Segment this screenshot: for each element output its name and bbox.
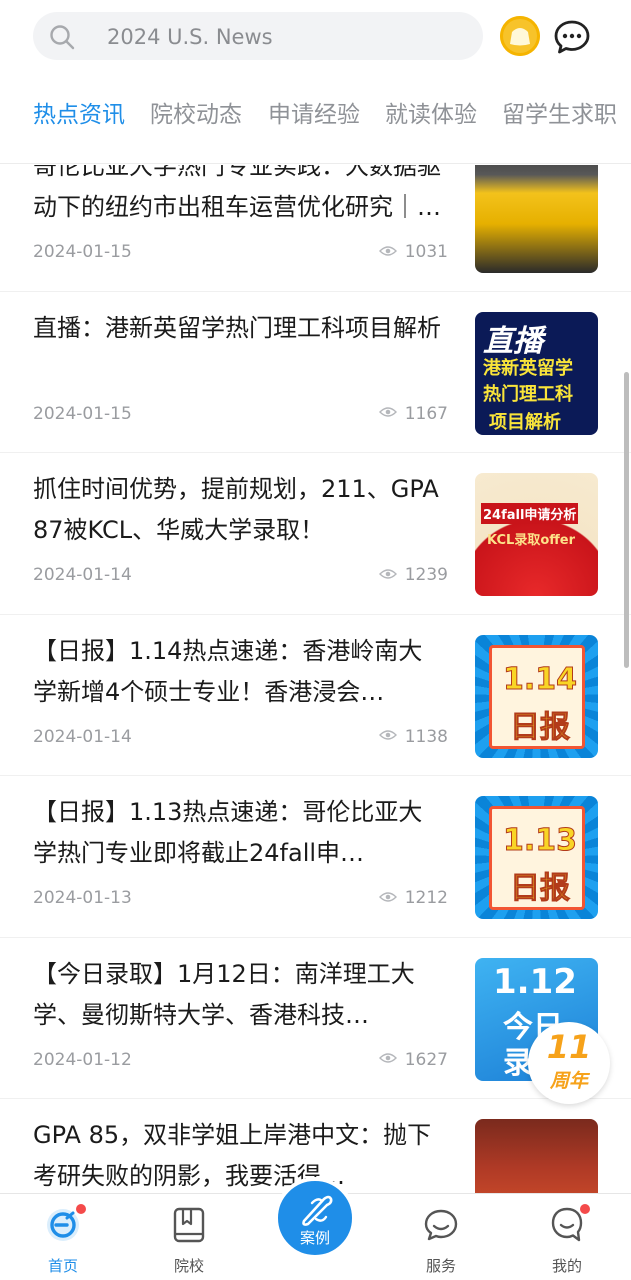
article-thumbnail bbox=[475, 1119, 598, 1193]
list-item[interactable]: 抓住时间优势，提前规划，211、GPA 87被KCL、华威大学录取！ 2024-… bbox=[0, 453, 631, 615]
view-count: 1031 bbox=[378, 242, 448, 262]
article-title: GPA 85，双非学姐上岸港中文：抛下考研失败的阴影，我要活得… bbox=[33, 1121, 432, 1190]
view-count: 1167 bbox=[378, 403, 448, 424]
thumbnail-text: KCL录取offer bbox=[487, 533, 576, 548]
nav-label: 首页 bbox=[47, 1257, 78, 1275]
view-count: 1138 bbox=[378, 726, 448, 747]
eye-icon bbox=[378, 891, 397, 902]
nav-label: 案例 bbox=[299, 1229, 330, 1247]
search-icon bbox=[50, 25, 75, 50]
view-count-value: 1627 bbox=[404, 1049, 448, 1070]
thumbnail-text: 1.13 bbox=[502, 823, 578, 859]
thumbnail-text: 1.12 bbox=[493, 961, 577, 1002]
category-tabs: 热点资讯 院校动态 申请经验 就读体验 留学生求职 bbox=[0, 80, 631, 164]
article-date: 2024-01-14 bbox=[33, 726, 132, 747]
anniversary-number: 11 bbox=[546, 1028, 592, 1066]
thumbnail-text: 热门理工科 bbox=[483, 383, 573, 405]
notification-dot bbox=[580, 1204, 590, 1214]
nav-home[interactable]: 首页 bbox=[18, 1194, 108, 1280]
thumbnail-text: 日报 bbox=[510, 871, 571, 907]
article-title: 哥伦比亚大学热门专业实践：大数据驱动下的纽约市出租车运营优化研究｜收获… bbox=[33, 165, 441, 221]
view-count: 1239 bbox=[378, 565, 448, 585]
bottom-navigation: 首页 院校 案例 服务 我的 bbox=[0, 1177, 631, 1280]
tab-application-experience[interactable]: 申请经验 bbox=[268, 100, 360, 130]
nav-cases[interactable]: 案例 bbox=[274, 1177, 356, 1259]
calendar-card: 1.13 日报 bbox=[489, 806, 585, 910]
thumbnail-text: 项目解析 bbox=[489, 411, 561, 433]
article-thumbnail: 1.13 日报 bbox=[475, 796, 598, 919]
eye-icon bbox=[378, 245, 397, 256]
eye-icon bbox=[378, 730, 397, 740]
anniversary-text: 周年 bbox=[549, 1070, 588, 1092]
article-date: 2024-01-14 bbox=[33, 565, 132, 585]
calendar-card: 1.14 日报 bbox=[489, 644, 585, 749]
view-count-value: 1239 bbox=[404, 565, 448, 585]
anniversary-badge[interactable]: 11 周年 bbox=[528, 1022, 610, 1104]
profile-icon bbox=[551, 1207, 583, 1242]
list-item[interactable]: 哥伦比亚大学热门专业实践：大数据驱动下的纽约市出租车运营优化研究｜收获… 202… bbox=[0, 165, 631, 292]
search-placeholder: 2024 U.S. News bbox=[107, 25, 273, 49]
top-bar: 2024 U.S. News bbox=[0, 0, 631, 80]
eye-icon bbox=[378, 407, 397, 417]
tab-job-hunting[interactable]: 留学生求职 bbox=[502, 100, 617, 130]
scrollbar[interactable] bbox=[624, 372, 629, 668]
article-title: 直播：港新英留学热门理工科项目解析 bbox=[33, 313, 441, 342]
service-chat-icon bbox=[424, 1209, 458, 1241]
thumbnail-text: 24fall申请分析 bbox=[481, 503, 579, 524]
article-title: 【今日录取】1月12日：南洋理工大学、曼彻斯特大学、香港科技… bbox=[33, 959, 415, 1029]
article-date: 2024-01-12 bbox=[33, 1049, 132, 1070]
scroll-icon bbox=[302, 1195, 333, 1226]
view-count-value: 1031 bbox=[404, 242, 448, 262]
nav-label: 院校 bbox=[173, 1257, 204, 1275]
tab-hot-news[interactable]: 热点资讯 bbox=[33, 100, 125, 130]
book-icon bbox=[173, 1207, 205, 1243]
nav-services[interactable]: 服务 bbox=[396, 1194, 486, 1280]
home-icon bbox=[47, 1209, 79, 1241]
article-thumbnail bbox=[475, 165, 598, 273]
article-title: 抓住时间优势，提前规划，211、GPA 87被KCL、华威大学录取！ bbox=[33, 475, 439, 544]
coin-bag-icon[interactable] bbox=[500, 16, 540, 56]
article-thumbnail: 直播 港新英留学 热门理工科 项目解析 bbox=[475, 311, 598, 435]
nav-label: 服务 bbox=[425, 1257, 456, 1275]
article-title: 【日报】1.13热点速递：哥伦比亚大学热门专业即将截止24fall申… bbox=[33, 798, 423, 867]
article-title: 【日报】1.14热点速递：香港岭南大学新增4个硕士专业！香港浸会… bbox=[33, 636, 423, 706]
article-thumbnail: 1.14 日报 bbox=[475, 634, 598, 758]
nav-schools[interactable]: 院校 bbox=[144, 1194, 234, 1280]
thumbnail-text: 日报 bbox=[510, 709, 571, 745]
thumbnail-text: 港新英留学 bbox=[483, 357, 573, 379]
notification-dot bbox=[76, 1204, 86, 1214]
view-count-value: 1212 bbox=[404, 888, 448, 908]
view-count-value: 1138 bbox=[404, 726, 448, 747]
chat-bubble-icon[interactable] bbox=[553, 18, 591, 56]
article-thumbnail: 24fall申请分析 KCL录取offer bbox=[475, 473, 598, 596]
thumbnail-text: 1.14 bbox=[502, 661, 578, 697]
article-date: 2024-01-15 bbox=[33, 403, 132, 424]
view-count: 1212 bbox=[378, 888, 448, 908]
tab-study-experience[interactable]: 就读体验 bbox=[385, 100, 477, 130]
search-bar[interactable]: 2024 U.S. News bbox=[33, 12, 483, 60]
list-item[interactable]: 【日报】1.14热点速递：香港岭南大学新增4个硕士专业！香港浸会… 2024-0… bbox=[0, 615, 631, 776]
eye-icon bbox=[378, 568, 397, 579]
view-count: 1627 bbox=[378, 1049, 448, 1070]
view-count-value: 1167 bbox=[404, 403, 448, 424]
eye-icon bbox=[378, 1053, 397, 1063]
nav-profile[interactable]: 我的 bbox=[522, 1194, 612, 1280]
nav-label: 我的 bbox=[551, 1257, 582, 1275]
list-item[interactable]: 直播：港新英留学热门理工科项目解析 2024-01-15 1167 直播 港新英… bbox=[0, 292, 631, 453]
article-date: 2024-01-15 bbox=[33, 242, 132, 262]
article-date: 2024-01-13 bbox=[33, 888, 132, 908]
list-item[interactable]: 【日报】1.13热点速递：哥伦比亚大学热门专业即将截止24fall申… 2024… bbox=[0, 776, 631, 938]
tab-school-news[interactable]: 院校动态 bbox=[150, 100, 242, 130]
